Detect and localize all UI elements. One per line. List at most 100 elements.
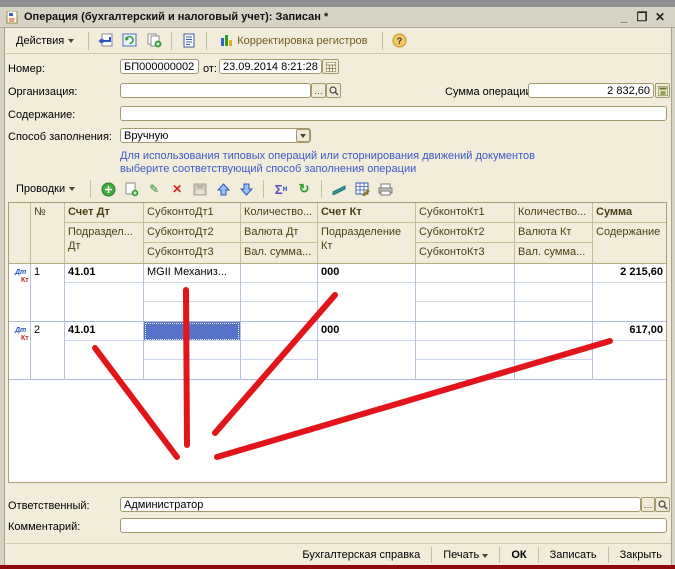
ok-button[interactable]: ОК [504,547,533,563]
comment-field[interactable] [120,518,667,533]
accounting-note-button[interactable]: Бухгалтерская справка [295,547,427,563]
col-currency-kt[interactable]: Валюта Кт [515,223,592,243]
window-frame-right [671,28,675,566]
delete-row-icon[interactable]: ✕ [168,181,186,197]
cell-account-kt[interactable]: 000 [318,322,415,341]
cell-account-dt[interactable]: 41.01 [65,264,143,283]
date-field[interactable]: 23.09.2014 8:21:28 [219,59,322,74]
add-row-icon[interactable] [99,181,117,197]
chevron-down-icon [69,187,75,191]
window-frame-left [0,28,5,566]
col-subconto-dt2[interactable]: СубконтоДт2 [144,223,240,243]
col-quantity-kt[interactable]: Количество... [515,203,592,223]
register-records-icon[interactable] [353,181,371,197]
number-field[interactable]: БП000000002 [120,59,199,74]
actions-menu-label: Действия [16,35,64,47]
close-button[interactable]: ✕ [651,10,669,24]
search-icon[interactable] [326,83,341,98]
chevron-down-icon [482,554,488,558]
col-subconto-dt3[interactable]: СубконтоДт3 [144,243,240,263]
cell-sum[interactable]: 617,00 [593,322,666,341]
cell-account-dt[interactable]: 41.01 [65,322,143,341]
col-subdivision-dt[interactable]: Подраздел... Дт [65,223,143,263]
print-rows-icon[interactable] [376,181,394,197]
print-button[interactable]: Печать [436,547,495,563]
svg-text:?: ? [397,36,403,46]
toolbar-separator [321,180,322,198]
minimize-button[interactable]: _ [615,10,633,24]
organization-field[interactable] [120,83,311,98]
operation-sum-label: Сумма операции: [445,86,535,98]
content-field[interactable] [120,106,667,121]
col-subdivision-kt[interactable]: Подразделение Кт [318,223,415,263]
organization-label: Организация: [8,86,77,98]
calculator-button[interactable] [655,83,670,98]
col-subconto-kt2[interactable]: СубконтоКт2 [416,223,514,243]
combo-dropdown-button[interactable] [296,129,310,142]
col-subconto-kt1[interactable]: СубконтоКт1 [416,203,514,223]
hint-line-1: Для использования типовых операций или с… [120,150,535,162]
cell-sum[interactable]: 2 215,60 [593,264,666,283]
postings-menu-button[interactable]: Проводки [9,180,82,198]
actions-menu-button[interactable]: Действия [9,32,81,50]
col-sum[interactable]: Сумма [593,203,666,223]
chevron-down-icon [300,134,306,138]
button-separator [538,547,539,563]
maximize-button[interactable]: ❒ [633,10,651,24]
col-num[interactable]: № [31,203,64,263]
col-content[interactable]: Содержание [593,223,666,263]
toolbar-separator [263,180,264,198]
responsible-field[interactable]: Администратор [120,497,641,512]
toolbar-separator [88,32,89,50]
col-subconto-dt1[interactable]: СубконтоДт1 [144,203,240,223]
help-icon[interactable]: ? [390,32,410,50]
fill-method-label: Способ заполнения: [8,131,112,143]
show-console-icon[interactable] [330,181,348,197]
table-row[interactable]: ДтКт 1 41.01 MGII Механиз... 000 2 215,6… [9,264,666,322]
row-number[interactable]: 2 [31,322,64,379]
cell-subconto-dt1[interactable]: MGII Механиз... [144,264,240,283]
bars-chart-icon [221,33,233,49]
sum-totals-icon[interactable]: Σн [272,181,290,197]
col-account-kt[interactable]: Счет Кт [318,203,415,223]
move-up-icon[interactable] [214,181,232,197]
outer-frame-bottom [0,565,675,569]
register-correction-button[interactable]: Корректировка регистров [214,30,374,52]
register-list-icon[interactable] [179,32,199,50]
window-title: Операция (бухгалтерский и налоговый учет… [24,11,615,23]
selected-cell-subconto-dt1[interactable] [144,322,240,341]
copy-document-icon[interactable] [144,32,164,50]
refresh-icon[interactable] [120,32,140,50]
refresh-rows-icon[interactable]: ↻ [295,181,313,197]
col-subconto-kt3[interactable]: СубконтоКт3 [416,243,514,263]
edit-row-icon[interactable]: ✎ [145,181,163,197]
row-number[interactable]: 1 [31,264,64,321]
app-icon [6,11,19,24]
cell-account-kt[interactable]: 000 [318,264,415,283]
save-button[interactable]: Записать [543,547,604,563]
col-quantity-dt[interactable]: Количество... [241,203,317,223]
close-form-button[interactable]: Закрыть [613,547,669,563]
move-down-icon[interactable] [237,181,255,197]
col-currency-dt[interactable]: Валюта Дт [241,223,317,243]
search-icon[interactable] [655,497,670,512]
table-row[interactable]: ДтКт 2 41.01 000 617,00 [9,322,666,380]
col-cursum-kt[interactable]: Вал. сумма... [515,243,592,263]
fill-method-combobox[interactable]: Вручную [120,128,311,143]
bottom-button-bar: Бухгалтерская справка Печать ОК Записать… [6,543,671,565]
copy-row-icon[interactable] [122,181,140,197]
button-separator [431,547,432,563]
choose-button[interactable]: … [641,497,655,512]
toolbar-separator [171,32,172,50]
end-edit-icon-disabled[interactable] [191,181,209,197]
number-label: Номер: [8,63,45,75]
content-label: Содержание: [8,109,75,121]
col-account-dt[interactable]: Счет Дт [65,203,143,223]
postings-table: № Счет Дт Подраздел... Дт СубконтоДт1 Су… [8,202,667,483]
post-document-icon[interactable] [96,32,116,50]
col-cursum-dt[interactable]: Вал. сумма... [241,243,317,263]
calendar-button[interactable] [322,59,339,74]
choose-button[interactable]: … [311,83,326,98]
operation-sum-field[interactable]: 2 832,60 [528,83,654,98]
comment-label: Комментарий: [8,521,80,533]
